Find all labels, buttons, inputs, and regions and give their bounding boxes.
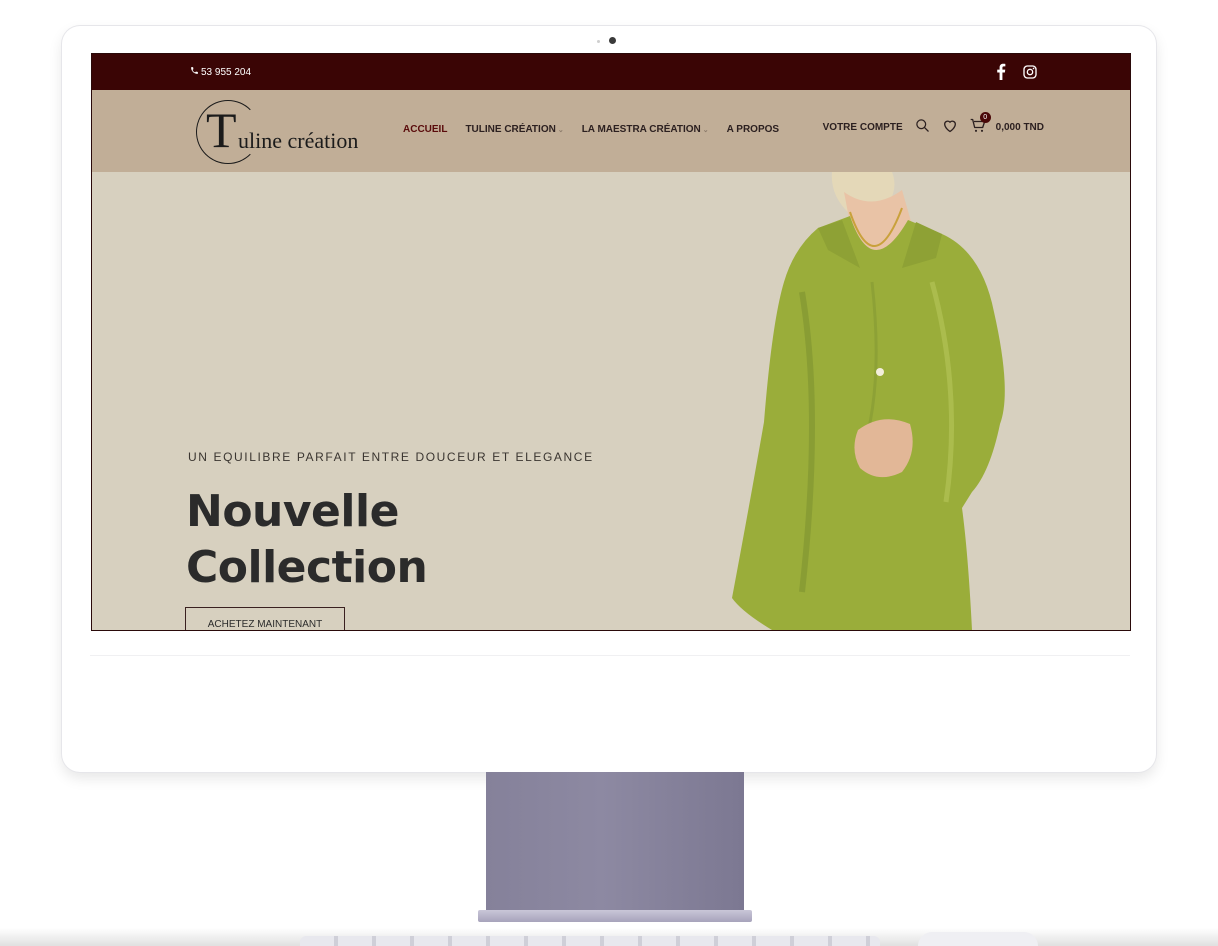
model-photo xyxy=(732,172,1005,630)
camera-icon xyxy=(609,37,616,44)
nav-item-tuline-creation[interactable]: TULINE CRÉATION ⌄ xyxy=(465,124,563,135)
camera-sensor xyxy=(597,40,600,43)
monitor-stand-base xyxy=(478,910,752,922)
hero-title: Nouvelle Collection xyxy=(186,484,428,596)
hero-title-line2: Collection xyxy=(186,542,428,593)
hero-banner: UN EQUILIBRE PARFAIT ENTRE DOUCEUR ET EL… xyxy=(92,172,1130,630)
nav-item-la-maestra-creation[interactable]: LA MAESTRA CRÉATION ⌄ xyxy=(582,124,709,135)
phone-contact[interactable]: 53 955 204 xyxy=(190,66,251,78)
website-screen: 53 955 204 T uline création ACCUEIL TULI… xyxy=(92,54,1130,630)
monitor-chin-divider xyxy=(90,655,1130,656)
monitor-stand xyxy=(486,772,744,912)
wishlist-heart-icon[interactable] xyxy=(942,118,958,136)
chevron-down-icon: ⌄ xyxy=(557,127,564,134)
top-bar: 53 955 204 xyxy=(92,54,1130,90)
facebook-icon[interactable] xyxy=(996,63,1006,85)
nav-item-label: LA MAESTRA CRÉATION xyxy=(581,124,701,135)
keyboard xyxy=(300,936,880,946)
phone-number: 53 955 204 xyxy=(201,66,252,78)
logo-text: uline création xyxy=(238,128,359,153)
site-header: T uline création ACCUEIL TULINE CRÉATION… xyxy=(92,90,1130,172)
account-link[interactable]: VOTRE COMPTE xyxy=(823,122,903,133)
social-links xyxy=(996,63,1038,85)
nav-item-a-propos[interactable]: A PROPOS xyxy=(727,124,779,135)
shop-now-button[interactable]: ACHETEZ MAINTENANT xyxy=(185,607,345,630)
nav-item-accueil[interactable]: ACCUEIL xyxy=(403,124,447,135)
phone-icon xyxy=(190,66,199,78)
mouse xyxy=(918,932,1038,946)
hero-subtitle: UN EQUILIBRE PARFAIT ENTRE DOUCEUR ET EL… xyxy=(188,450,594,464)
cart-count-badge: 0 xyxy=(979,112,991,123)
instagram-icon[interactable] xyxy=(1022,64,1038,85)
hero-title-line1: Nouvelle xyxy=(186,486,399,537)
main-nav: ACCUEIL TULINE CRÉATION ⌄ LA MAESTRA CRÉA… xyxy=(403,124,779,135)
logo-initial: T xyxy=(206,102,237,158)
search-icon[interactable] xyxy=(915,118,930,136)
chevron-down-icon: ⌄ xyxy=(702,127,709,134)
header-tools: VOTRE COMPTE 0 0,000 TND xyxy=(823,112,1044,136)
nav-item-label: TULINE CRÉATION xyxy=(465,124,556,135)
cart-total: 0,000 TND xyxy=(995,121,1044,133)
brand-logo[interactable]: T uline création xyxy=(196,100,359,164)
cart-button[interactable]: 0 0,000 TND xyxy=(970,112,1044,136)
